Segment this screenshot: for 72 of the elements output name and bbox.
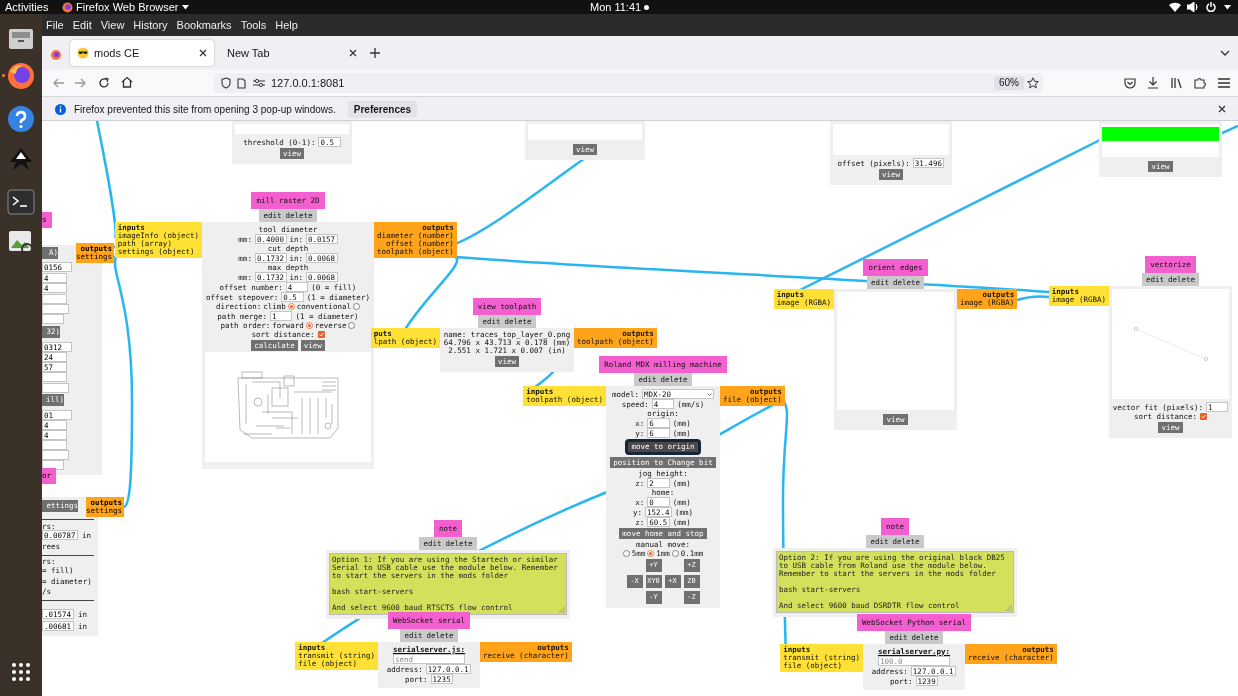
- permissions-icon: [253, 78, 265, 88]
- caret-icon: [1224, 5, 1231, 10]
- running-indicator-icon: [2, 74, 5, 77]
- help-icon[interactable]: [7, 105, 35, 133]
- browser-tab[interactable]: New Tab: [220, 40, 364, 66]
- image-viewer-icon[interactable]: [7, 229, 35, 255]
- radio-button[interactable]: [647, 550, 655, 557]
- download-icon[interactable]: [1147, 77, 1159, 89]
- checkbox[interactable]: [1200, 413, 1208, 420]
- radio-button[interactable]: [352, 303, 360, 310]
- wifi-icon: [1169, 2, 1181, 12]
- list-tabs-icon[interactable]: [1220, 50, 1230, 56]
- notification-message: Firefox prevented this site from opening 3 pop-up windows.: [74, 102, 336, 117]
- input-field[interactable]: [42, 372, 67, 382]
- app-grid-icon[interactable]: [11, 662, 31, 682]
- reload-icon[interactable]: [98, 77, 110, 89]
- volume-icon: [1187, 2, 1199, 12]
- resize-grip-icon: [1006, 605, 1012, 611]
- firefox-icon: [62, 1, 73, 13]
- app-menu[interactable]: Firefox Web Browser: [62, 0, 189, 14]
- radio-button[interactable]: [287, 303, 295, 310]
- menu-item[interactable]: Help: [275, 16, 298, 34]
- tab-label: New Tab: [227, 45, 271, 61]
- address-bar[interactable]: 127.0.0.1:8081 60%: [214, 73, 1043, 93]
- notification-dot-icon: [644, 4, 650, 10]
- shield-icon: [221, 77, 231, 89]
- tab-label: mods CE: [94, 45, 141, 61]
- input-field[interactable]: [42, 314, 64, 324]
- page-icon: [237, 78, 246, 89]
- input-field[interactable]: [42, 294, 67, 304]
- radio-button[interactable]: [671, 550, 679, 557]
- back-icon[interactable]: [52, 78, 64, 88]
- firefox-icon[interactable]: [7, 62, 35, 90]
- chevron-down-icon: [707, 392, 713, 396]
- radio-button[interactable]: [348, 322, 356, 329]
- new-tab-icon[interactable]: [370, 48, 380, 58]
- close-icon[interactable]: [199, 49, 207, 57]
- menu-item[interactable]: View: [100, 16, 125, 34]
- input-field[interactable]: [42, 383, 69, 393]
- menu-item[interactable]: Bookmarks: [176, 16, 232, 34]
- firefox-view-icon[interactable]: [50, 49, 62, 61]
- close-icon[interactable]: [1218, 105, 1226, 113]
- radio-button[interactable]: [305, 322, 313, 329]
- checkbox[interactable]: [317, 331, 325, 338]
- sunglasses-emoji-icon: [77, 47, 89, 59]
- caret-icon: [181, 4, 189, 10]
- activities-button[interactable]: Activities: [5, 0, 49, 14]
- menu-item[interactable]: Tools: [240, 16, 267, 34]
- file-cabinet-icon[interactable]: [8, 28, 34, 50]
- home-icon[interactable]: [121, 76, 133, 88]
- menu-item[interactable]: Edit: [72, 16, 92, 34]
- power-icon: [1206, 2, 1216, 12]
- input-field[interactable]: [42, 440, 67, 450]
- preferences-button[interactable]: Preferences: [347, 100, 418, 118]
- info-icon: [55, 103, 66, 115]
- radio-button[interactable]: [622, 550, 630, 557]
- url-text: 127.0.0.1:8081: [271, 76, 345, 91]
- input-field[interactable]: [42, 450, 69, 460]
- terminal-icon[interactable]: [7, 189, 35, 215]
- pocket-icon[interactable]: [1124, 78, 1136, 89]
- menu-item[interactable]: File: [46, 16, 64, 34]
- library-icon[interactable]: [1171, 77, 1183, 89]
- menu-item[interactable]: History: [133, 16, 168, 34]
- forward-icon[interactable]: [75, 78, 87, 88]
- browser-tab[interactable]: mods CE: [70, 40, 214, 66]
- menu-icon[interactable]: [1218, 78, 1230, 88]
- resize-grip-icon: [559, 607, 565, 613]
- input-field[interactable]: [42, 304, 69, 314]
- close-icon[interactable]: [349, 49, 357, 57]
- bookmark-star-icon[interactable]: [1027, 77, 1039, 89]
- zoom-level-button[interactable]: 60%: [994, 76, 1024, 90]
- puzzle-icon[interactable]: [1194, 77, 1206, 89]
